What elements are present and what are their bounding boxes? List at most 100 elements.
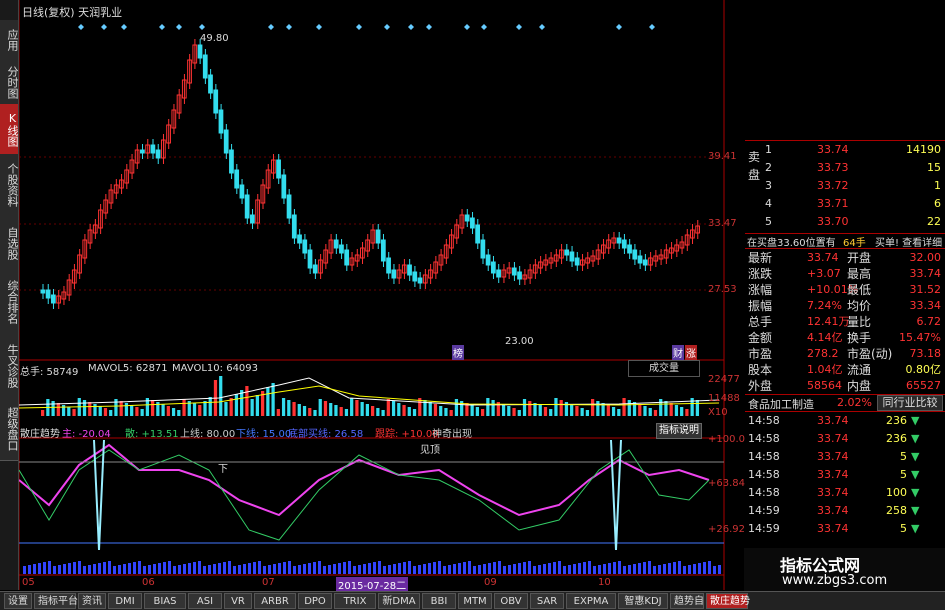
candle-body <box>496 269 501 278</box>
indicator-bar <box>673 562 676 574</box>
bottom-tab-1[interactable]: 指标平台 <box>34 593 78 609</box>
indicator-bar <box>708 561 711 574</box>
signal-diamonds <box>78 24 655 30</box>
volume-bar <box>627 400 631 416</box>
indicator-bar <box>243 564 246 574</box>
candle-body <box>244 194 250 219</box>
sell-level: 5 <box>765 215 772 228</box>
bottom-tab-11[interactable]: BBI <box>422 593 456 609</box>
indicator-help-button[interactable]: 指标说明 <box>656 423 702 439</box>
volume-bar <box>554 398 558 416</box>
indicator-main: 主: -20.04 <box>62 429 111 440</box>
bottom-tab-4[interactable]: BIAS <box>144 593 186 609</box>
sell-row[interactable]: 2 33.73 15 <box>745 160 945 176</box>
volume-mavol5: MAVOL5: 62871 <box>88 363 168 374</box>
industry-compare-button[interactable]: 同行业比较 <box>877 395 943 411</box>
left-tab-7[interactable]: 超级盘口 <box>0 398 19 461</box>
bottom-tab-15[interactable]: EXPMA <box>566 593 616 609</box>
marker-bang[interactable]: 榜 <box>452 345 464 360</box>
volume-bar <box>250 399 254 416</box>
bottom-tab-7[interactable]: ARBR <box>254 593 296 609</box>
left-tab-2[interactable]: K线图 <box>0 104 19 155</box>
volume-bar <box>203 401 207 416</box>
stat-label: 股本 <box>748 363 773 377</box>
signal-diamond-icon <box>121 24 127 30</box>
left-tab-6[interactable]: 牛叉诊股 <box>0 334 19 399</box>
indicator-bar <box>323 566 326 574</box>
down-arrow-icon: ▼ <box>911 432 920 445</box>
signal-diamond-icon <box>159 24 165 30</box>
stat-label: 涨跌 <box>748 267 773 281</box>
volume-mavol10: MAVOL10: 64093 <box>172 363 259 374</box>
bottom-tab-14[interactable]: SAR <box>530 593 564 609</box>
bottom-tab-9[interactable]: TRIX <box>334 593 376 609</box>
bottom-tab-18[interactable]: 散庄趋势 <box>706 593 750 609</box>
bottom-tab-5[interactable]: ASI <box>188 593 222 609</box>
indicator-bar <box>498 561 501 574</box>
signal-diamond-icon <box>481 24 487 30</box>
left-tab-3[interactable]: 个股资料 <box>0 154 19 217</box>
signal-diamond-icon <box>516 24 522 30</box>
indicator-bar <box>508 565 511 574</box>
bottom-tab-3[interactable]: DMI <box>108 593 142 609</box>
sell-row[interactable]: 5 33.70 22 <box>745 214 945 230</box>
price-axis-2: 33.47 <box>708 218 737 229</box>
indicator-bar <box>103 562 106 574</box>
sell-row[interactable]: 3 33.72 1 <box>745 178 945 194</box>
stat-label: 开盘 <box>847 251 872 265</box>
stat-value: 6.72 <box>916 315 942 328</box>
marker-cai[interactable]: 财 <box>672 345 684 360</box>
bottom-tab-16[interactable]: 智惠KDJ <box>618 593 668 609</box>
bottom-tab-2[interactable]: 资讯 <box>78 593 106 609</box>
down-arrow-icon: ▼ <box>911 414 920 427</box>
kline-chart-svg[interactable] <box>18 0 744 590</box>
bottom-tab-8[interactable]: DPO <box>298 593 332 609</box>
tick-price: 33.74 <box>817 522 849 535</box>
marker-zhang[interactable]: 涨 <box>685 345 697 360</box>
indicator-bar <box>218 563 221 574</box>
candlestick-series <box>40 39 700 309</box>
bottom-tab-13[interactable]: OBV <box>494 593 528 609</box>
stat-label: 金额 <box>748 331 773 345</box>
bottom-tab-6[interactable]: VR <box>224 593 252 609</box>
volume-bar <box>481 409 485 416</box>
quote-panel: 卖 盘 1 33.74 14190 2 33.73 15 3 33.72 1 4 33.71 6 5 33… <box>745 140 945 550</box>
volume-bar <box>412 409 417 416</box>
candle-body <box>470 217 475 229</box>
volume-bar <box>475 407 479 416</box>
candle-body <box>140 149 145 154</box>
left-tab-5[interactable]: 综合排名 <box>0 270 19 335</box>
indicator-bar <box>603 564 606 574</box>
indicator-bar <box>493 562 496 574</box>
volume-bar <box>281 398 286 416</box>
indicator-bar <box>563 566 566 574</box>
indicator-bar <box>28 565 31 574</box>
sell-price: 33.73 <box>817 161 849 174</box>
volume-bar <box>669 403 673 416</box>
bottom-tab-17[interactable]: 趋势自 <box>670 593 704 609</box>
bottom-tab-12[interactable]: MTM <box>458 593 492 609</box>
volume-bar <box>56 403 60 416</box>
sell-volume: 14190 <box>906 143 941 156</box>
left-tab-1[interactable]: 分时图 <box>0 60 19 105</box>
bottom-tab-0[interactable]: 设置 <box>4 593 32 609</box>
left-tab-0[interactable]: 应用 <box>0 20 19 61</box>
volume-bar <box>229 398 233 416</box>
sell-row[interactable]: 1 33.74 14190 <box>745 142 945 158</box>
book-note-right[interactable]: 买单! 查看详细 <box>875 234 942 249</box>
indicator-bar <box>548 563 551 574</box>
sell-row[interactable]: 4 33.71 6 <box>745 196 945 212</box>
volume-bar <box>245 386 249 416</box>
indicator-bar <box>208 565 211 574</box>
volume-selector[interactable]: 成交量 <box>628 360 700 377</box>
left-tab-4[interactable]: 自选股 <box>0 216 19 271</box>
tick-row: 14:58 33.74 5 ▼ <box>745 449 945 465</box>
divider <box>745 411 945 412</box>
indicator-bar <box>583 562 586 574</box>
bottom-tab-10[interactable]: 新DMA <box>378 593 420 609</box>
volume-bar <box>428 402 432 416</box>
volume-bar <box>407 407 411 416</box>
indicator-bar <box>288 561 291 574</box>
candle-body <box>485 254 491 266</box>
volume-bar <box>171 408 176 416</box>
